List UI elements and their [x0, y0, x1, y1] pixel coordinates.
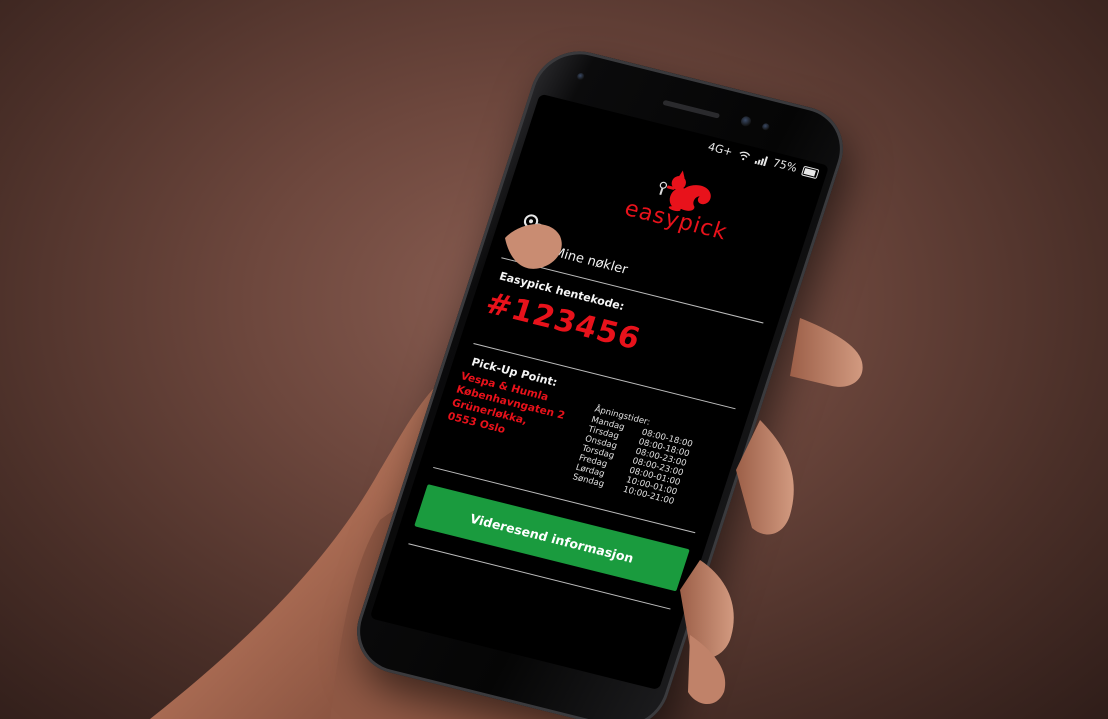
battery-percentage: 75% — [771, 156, 799, 175]
opening-hours: Åpningstider: Mandag 08:00-18:00 Tirsdag… — [571, 405, 697, 507]
easypick-logo: easypick — [614, 156, 751, 247]
earpiece-speaker — [662, 99, 721, 119]
network-indicator: 4G+ — [706, 140, 735, 159]
signal-strength-icon — [754, 155, 768, 166]
battery-icon — [801, 165, 820, 179]
front-camera-icon — [739, 115, 753, 128]
iris-sensor-icon — [761, 122, 771, 131]
my-keys-link[interactable]: Mine nøkler — [507, 211, 637, 282]
wifi-icon — [739, 151, 750, 160]
sensor-icon — [576, 72, 586, 81]
my-keys-label: Mine nøkler — [551, 245, 630, 278]
keys-icon — [519, 214, 544, 252]
